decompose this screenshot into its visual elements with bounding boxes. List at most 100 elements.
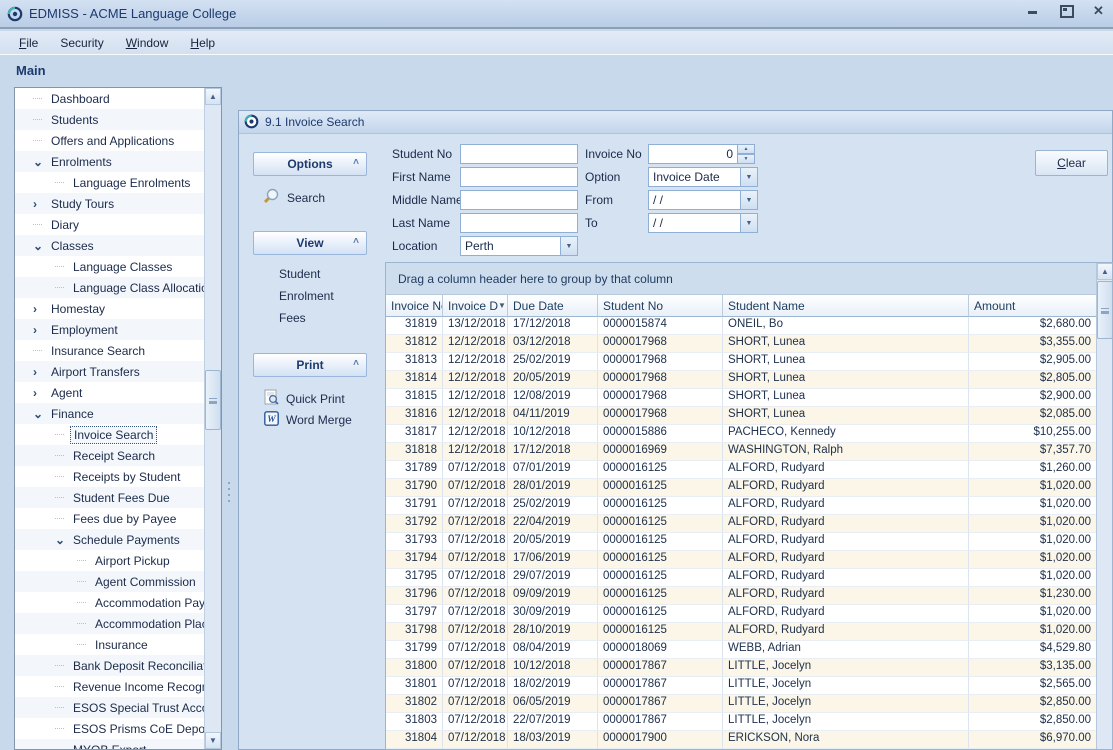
sidebar-item-fees-due-by-payee[interactable]: Fees due by Payee: [15, 508, 204, 529]
sidebar-item-agent[interactable]: ›Agent: [15, 382, 204, 403]
table-row[interactable]: 3181812/12/201817/12/20180000016969WASHI…: [386, 443, 1097, 461]
sidebar-item-finance[interactable]: ⌄Finance: [15, 403, 204, 424]
menu-security[interactable]: Security: [51, 33, 112, 53]
chevron-down-icon[interactable]: ⌄: [33, 241, 48, 251]
location-select[interactable]: Perth ▼: [460, 236, 578, 256]
chevron-down-icon[interactable]: ▼: [740, 213, 758, 233]
invoice-no-input[interactable]: [648, 144, 738, 164]
option-select[interactable]: Invoice Date ▼: [648, 167, 758, 187]
sidebar-item-agent-commission[interactable]: Agent Commission: [15, 571, 204, 592]
table-row[interactable]: 3179607/12/201809/09/20190000016125ALFOR…: [386, 587, 1097, 605]
invoice-no-stepper[interactable]: ▲▼: [648, 144, 755, 164]
table-row[interactable]: 3179307/12/201820/05/20190000016125ALFOR…: [386, 533, 1097, 551]
restore-icon[interactable]: [1059, 4, 1072, 17]
column-header-student-name[interactable]: Student Name: [723, 295, 969, 317]
table-row[interactable]: 3180407/12/201818/03/20190000017900ERICK…: [386, 731, 1097, 749]
table-row[interactable]: 3179907/12/201808/04/20190000018069WEBB,…: [386, 641, 1097, 659]
view-enrolment-item[interactable]: Enrolment: [279, 289, 334, 303]
quick-print-action[interactable]: Quick Print: [264, 389, 345, 408]
sidebar-item-receipt-search[interactable]: Receipt Search: [15, 445, 204, 466]
menu-window[interactable]: Window: [117, 33, 178, 53]
column-header-invoice-no[interactable]: Invoice No: [386, 295, 443, 317]
menu-file[interactable]: File: [10, 33, 47, 53]
view-group-header[interactable]: View ˄: [253, 231, 367, 255]
column-header-amount[interactable]: Amount: [969, 295, 1097, 317]
chevron-right-icon[interactable]: ›: [33, 304, 48, 314]
table-row[interactable]: 3179507/12/201829/07/20190000016125ALFOR…: [386, 569, 1097, 587]
spin-down-icon[interactable]: ▼: [738, 154, 755, 164]
chevron-down-icon[interactable]: ▼: [560, 236, 578, 256]
menu-help[interactable]: Help: [181, 33, 224, 53]
sidebar-item-esos-prisms-coe-deposit-export[interactable]: ESOS Prisms CoE Deposit Export: [15, 718, 204, 739]
sidebar-item-bank-deposit-reconciliation[interactable]: Bank Deposit Reconciliation: [15, 655, 204, 676]
first-name-input[interactable]: [460, 167, 578, 187]
table-row[interactable]: 3181312/12/201825/02/20190000017968SHORT…: [386, 353, 1097, 371]
chevron-down-icon[interactable]: ⌄: [33, 157, 48, 167]
chevron-down-icon[interactable]: ▼: [740, 167, 758, 187]
spin-up-icon[interactable]: ▲: [738, 144, 755, 154]
column-header-invoice-d[interactable]: Invoice D▼: [443, 295, 508, 317]
sidebar-item-student-fees-due[interactable]: Student Fees Due: [15, 487, 204, 508]
table-row[interactable]: 3181512/12/201812/08/20190000017968SHORT…: [386, 389, 1097, 407]
table-row[interactable]: 3181612/12/201804/11/20190000017968SHORT…: [386, 407, 1097, 425]
tree-scrollbar-thumb[interactable]: [205, 370, 221, 430]
student-no-input[interactable]: [460, 144, 578, 164]
close-icon[interactable]: ✕: [1092, 4, 1105, 17]
table-row[interactable]: 3179207/12/201822/04/20190000016125ALFOR…: [386, 515, 1097, 533]
table-row[interactable]: 3181913/12/201817/12/20180000015874ONEIL…: [386, 317, 1097, 335]
scroll-down-icon[interactable]: ▼: [205, 732, 221, 749]
sidebar-item-language-enrolments[interactable]: Language Enrolments: [15, 172, 204, 193]
table-row[interactable]: 3181712/12/201810/12/20180000015886PACHE…: [386, 425, 1097, 443]
view-student-item[interactable]: Student: [279, 267, 320, 281]
table-row[interactable]: 3180307/12/201822/07/20190000017867LITTL…: [386, 713, 1097, 731]
tree-scrollbar[interactable]: ▲ ▼: [204, 88, 221, 749]
sidebar-item-accommodation-payment[interactable]: Accommodation Payment: [15, 592, 204, 613]
table-row[interactable]: 3179107/12/201825/02/20190000016125ALFOR…: [386, 497, 1097, 515]
from-date-select[interactable]: / / ▼: [648, 190, 758, 210]
tree-splitter-handle[interactable]: [228, 482, 230, 502]
chevron-right-icon[interactable]: ›: [33, 367, 48, 377]
table-row[interactable]: 3180107/12/201818/02/20190000017867LITTL…: [386, 677, 1097, 695]
search-action[interactable]: Search: [262, 188, 325, 208]
chevron-down-icon[interactable]: ⌄: [33, 409, 48, 419]
sidebar-item-students[interactable]: Students: [15, 109, 204, 130]
table-row[interactable]: 3180007/12/201810/12/20180000017867LITTL…: [386, 659, 1097, 677]
scroll-up-icon[interactable]: ▲: [1097, 263, 1113, 280]
table-row[interactable]: 3178907/12/201807/01/20190000016125ALFOR…: [386, 461, 1097, 479]
chevron-right-icon[interactable]: ›: [33, 388, 48, 398]
sidebar-item-schedule-payments[interactable]: ⌄Schedule Payments: [15, 529, 204, 550]
sidebar-item-diary[interactable]: Diary: [15, 214, 204, 235]
table-row[interactable]: 3179707/12/201830/09/20190000016125ALFOR…: [386, 605, 1097, 623]
table-row[interactable]: 3181212/12/201803/12/20180000017968SHORT…: [386, 335, 1097, 353]
sidebar-item-receipts-by-student[interactable]: Receipts by Student: [15, 466, 204, 487]
sidebar-item-study-tours[interactable]: ›Study Tours: [15, 193, 204, 214]
chevron-down-icon[interactable]: ▼: [740, 190, 758, 210]
table-row[interactable]: 3180207/12/201806/05/20190000017867LITTL…: [386, 695, 1097, 713]
column-header-student-no[interactable]: Student No: [598, 295, 723, 317]
column-header-due-date[interactable]: Due Date: [508, 295, 598, 317]
minimize-icon[interactable]: [1026, 4, 1039, 17]
sidebar-item-airport-transfers[interactable]: ›Airport Transfers: [15, 361, 204, 382]
table-row[interactable]: 3179407/12/201817/06/20190000016125ALFOR…: [386, 551, 1097, 569]
sidebar-item-offers-and-applications[interactable]: Offers and Applications: [15, 130, 204, 151]
sidebar-item-invoice-search[interactable]: Invoice Search: [15, 424, 204, 445]
sidebar-item-language-class-allocation[interactable]: Language Class Allocation: [15, 277, 204, 298]
sidebar-item-enrolments[interactable]: ⌄Enrolments: [15, 151, 204, 172]
print-group-header[interactable]: Print ˄: [253, 353, 367, 377]
group-by-panel[interactable]: Drag a column header here to group by th…: [386, 263, 1097, 295]
sidebar-item-esos-special-trust-account[interactable]: ESOS Special Trust Account: [15, 697, 204, 718]
sidebar-item-insurance[interactable]: Insurance: [15, 634, 204, 655]
last-name-input[interactable]: [460, 213, 578, 233]
sidebar-item-employment[interactable]: ›Employment: [15, 319, 204, 340]
to-date-select[interactable]: / / ▼: [648, 213, 758, 233]
table-row[interactable]: 3181412/12/201820/05/20190000017968SHORT…: [386, 371, 1097, 389]
scroll-up-icon[interactable]: ▲: [205, 88, 221, 105]
sidebar-item-airport-pickup[interactable]: Airport Pickup: [15, 550, 204, 571]
word-merge-action[interactable]: W Word Merge: [264, 411, 352, 429]
chevron-right-icon[interactable]: ›: [33, 325, 48, 335]
sidebar-item-dashboard[interactable]: Dashboard: [15, 88, 204, 109]
sidebar-item-accommodation-placement[interactable]: Accommodation Placement: [15, 613, 204, 634]
sidebar-item-homestay[interactable]: ›Homestay: [15, 298, 204, 319]
clear-button[interactable]: Clear: [1035, 150, 1108, 176]
table-row[interactable]: 3179007/12/201828/01/20190000016125ALFOR…: [386, 479, 1097, 497]
